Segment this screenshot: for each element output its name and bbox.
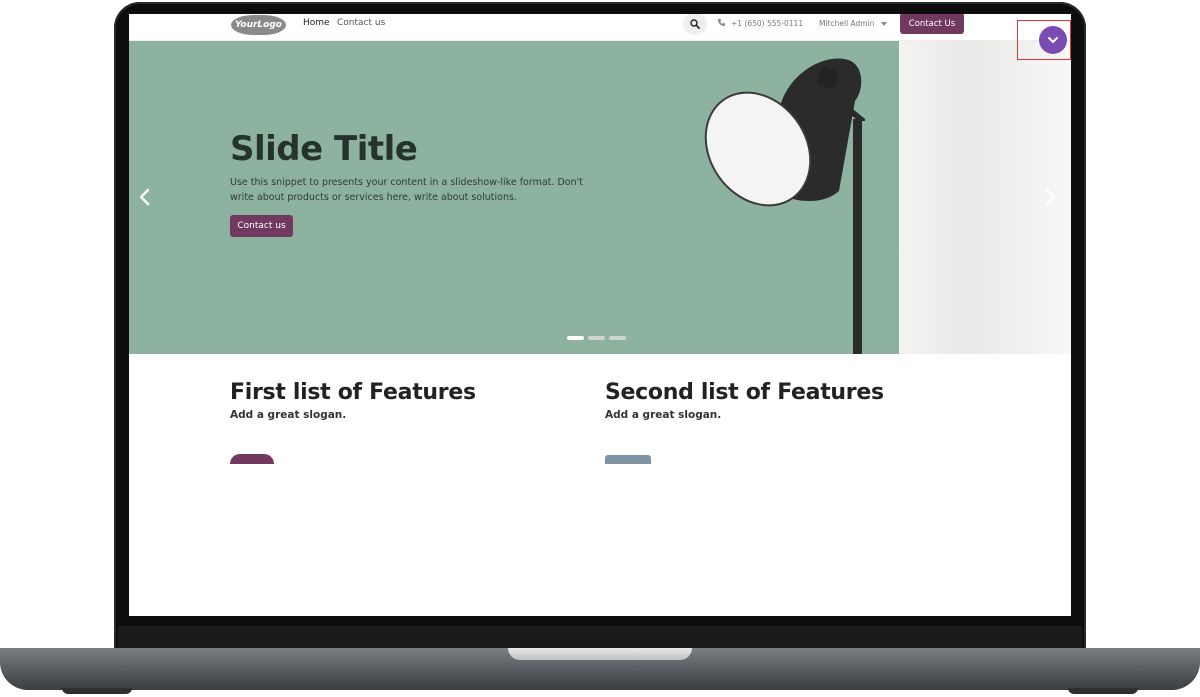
slide-description: Use this snippet to presents your conten… <box>230 177 583 203</box>
laptop-bezel-bottom <box>118 626 1082 648</box>
nav-home-link[interactable]: Home <box>303 18 330 28</box>
chevron-down-icon <box>1048 37 1058 43</box>
feature-circle-icon <box>230 454 274 464</box>
slide-title: Slide Title <box>230 129 418 169</box>
feature-slogan: Add a great slogan. <box>230 409 347 421</box>
chevron-left-icon[interactable] <box>138 188 152 206</box>
feature-slogan: Add a great slogan. <box>605 409 722 421</box>
feature-list-second: Second list of Features Add a great slog… <box>605 380 884 421</box>
laptop-foot-right <box>1068 688 1138 694</box>
phone-icon <box>717 18 726 27</box>
search-button[interactable] <box>683 14 707 35</box>
feature-title: First list of Features <box>230 380 476 405</box>
carousel-indicators <box>567 336 626 340</box>
hero-carousel: Slide Title Use this snippet to presents… <box>129 41 1071 354</box>
feature-list-first: First list of Features Add a great sloga… <box>230 380 476 421</box>
slide-contact-button[interactable]: Contact us <box>230 215 293 237</box>
chevron-right-icon[interactable] <box>1043 188 1057 206</box>
phone-number[interactable]: +1 (650) 555-0111 <box>731 19 803 28</box>
search-icon <box>690 19 700 29</box>
laptop-notch <box>508 648 692 660</box>
expand-toggle-button[interactable] <box>1039 26 1067 54</box>
lamp-image <box>704 58 865 354</box>
site-logo[interactable]: YourLogo <box>231 15 286 35</box>
laptop-foot-left <box>62 688 132 694</box>
carousel-indicator[interactable] <box>567 336 584 340</box>
website-screen: YourLogo Home Contact us +1 (650) 555-01… <box>129 14 1071 616</box>
site-header: YourLogo Home Contact us +1 (650) 555-01… <box>129 14 1071 41</box>
feature-square-icon <box>605 455 651 464</box>
user-menu[interactable]: Mitchell Admin <box>819 19 874 28</box>
carousel-indicator[interactable] <box>588 336 605 340</box>
header-contact-button[interactable]: Contact Us <box>900 14 964 34</box>
caret-down-icon <box>881 22 887 26</box>
nav-contact-link[interactable]: Contact us <box>337 18 385 28</box>
carousel-indicator[interactable] <box>609 336 626 340</box>
feature-title: Second list of Features <box>605 380 884 405</box>
